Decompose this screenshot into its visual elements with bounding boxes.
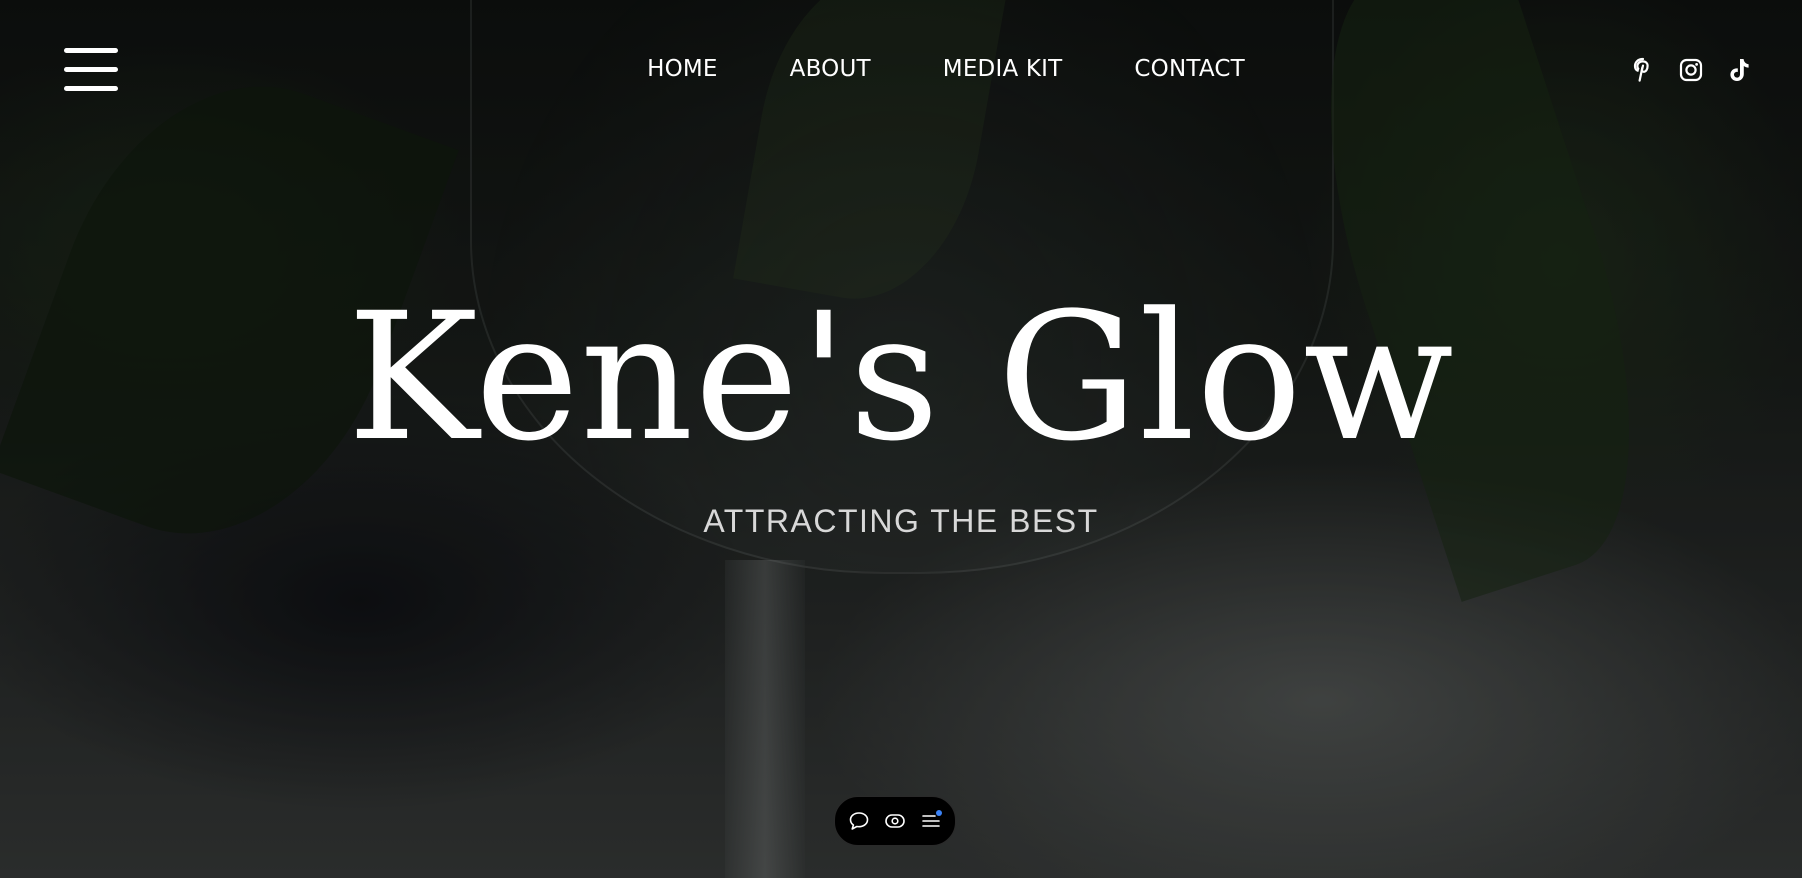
list-menu-icon[interactable] <box>920 810 942 832</box>
tiktok-icon[interactable] <box>1726 56 1752 84</box>
nav-home-link[interactable]: HOME <box>647 56 718 82</box>
floating-toolbar <box>834 796 956 846</box>
nav-media-kit-link[interactable]: MEDIA KIT <box>943 56 1063 82</box>
pinterest-icon[interactable] <box>1630 56 1656 84</box>
nav-about-link[interactable]: ABOUT <box>790 56 871 82</box>
preview-eye-icon[interactable] <box>884 810 906 832</box>
comment-icon[interactable] <box>848 810 870 832</box>
site-title: Kene's Glow <box>347 275 1455 480</box>
hero-section: HOME ABOUT MEDIA KIT CONTACT Kene's Glow… <box>0 0 1802 878</box>
main-nav: HOME ABOUT MEDIA KIT CONTACT <box>0 56 1802 82</box>
notification-dot <box>936 810 942 816</box>
social-links <box>1630 56 1752 84</box>
nav-contact-link[interactable]: CONTACT <box>1134 56 1244 82</box>
instagram-icon[interactable] <box>1678 56 1704 84</box>
site-tagline: ATTRACTING THE BEST <box>703 503 1099 539</box>
